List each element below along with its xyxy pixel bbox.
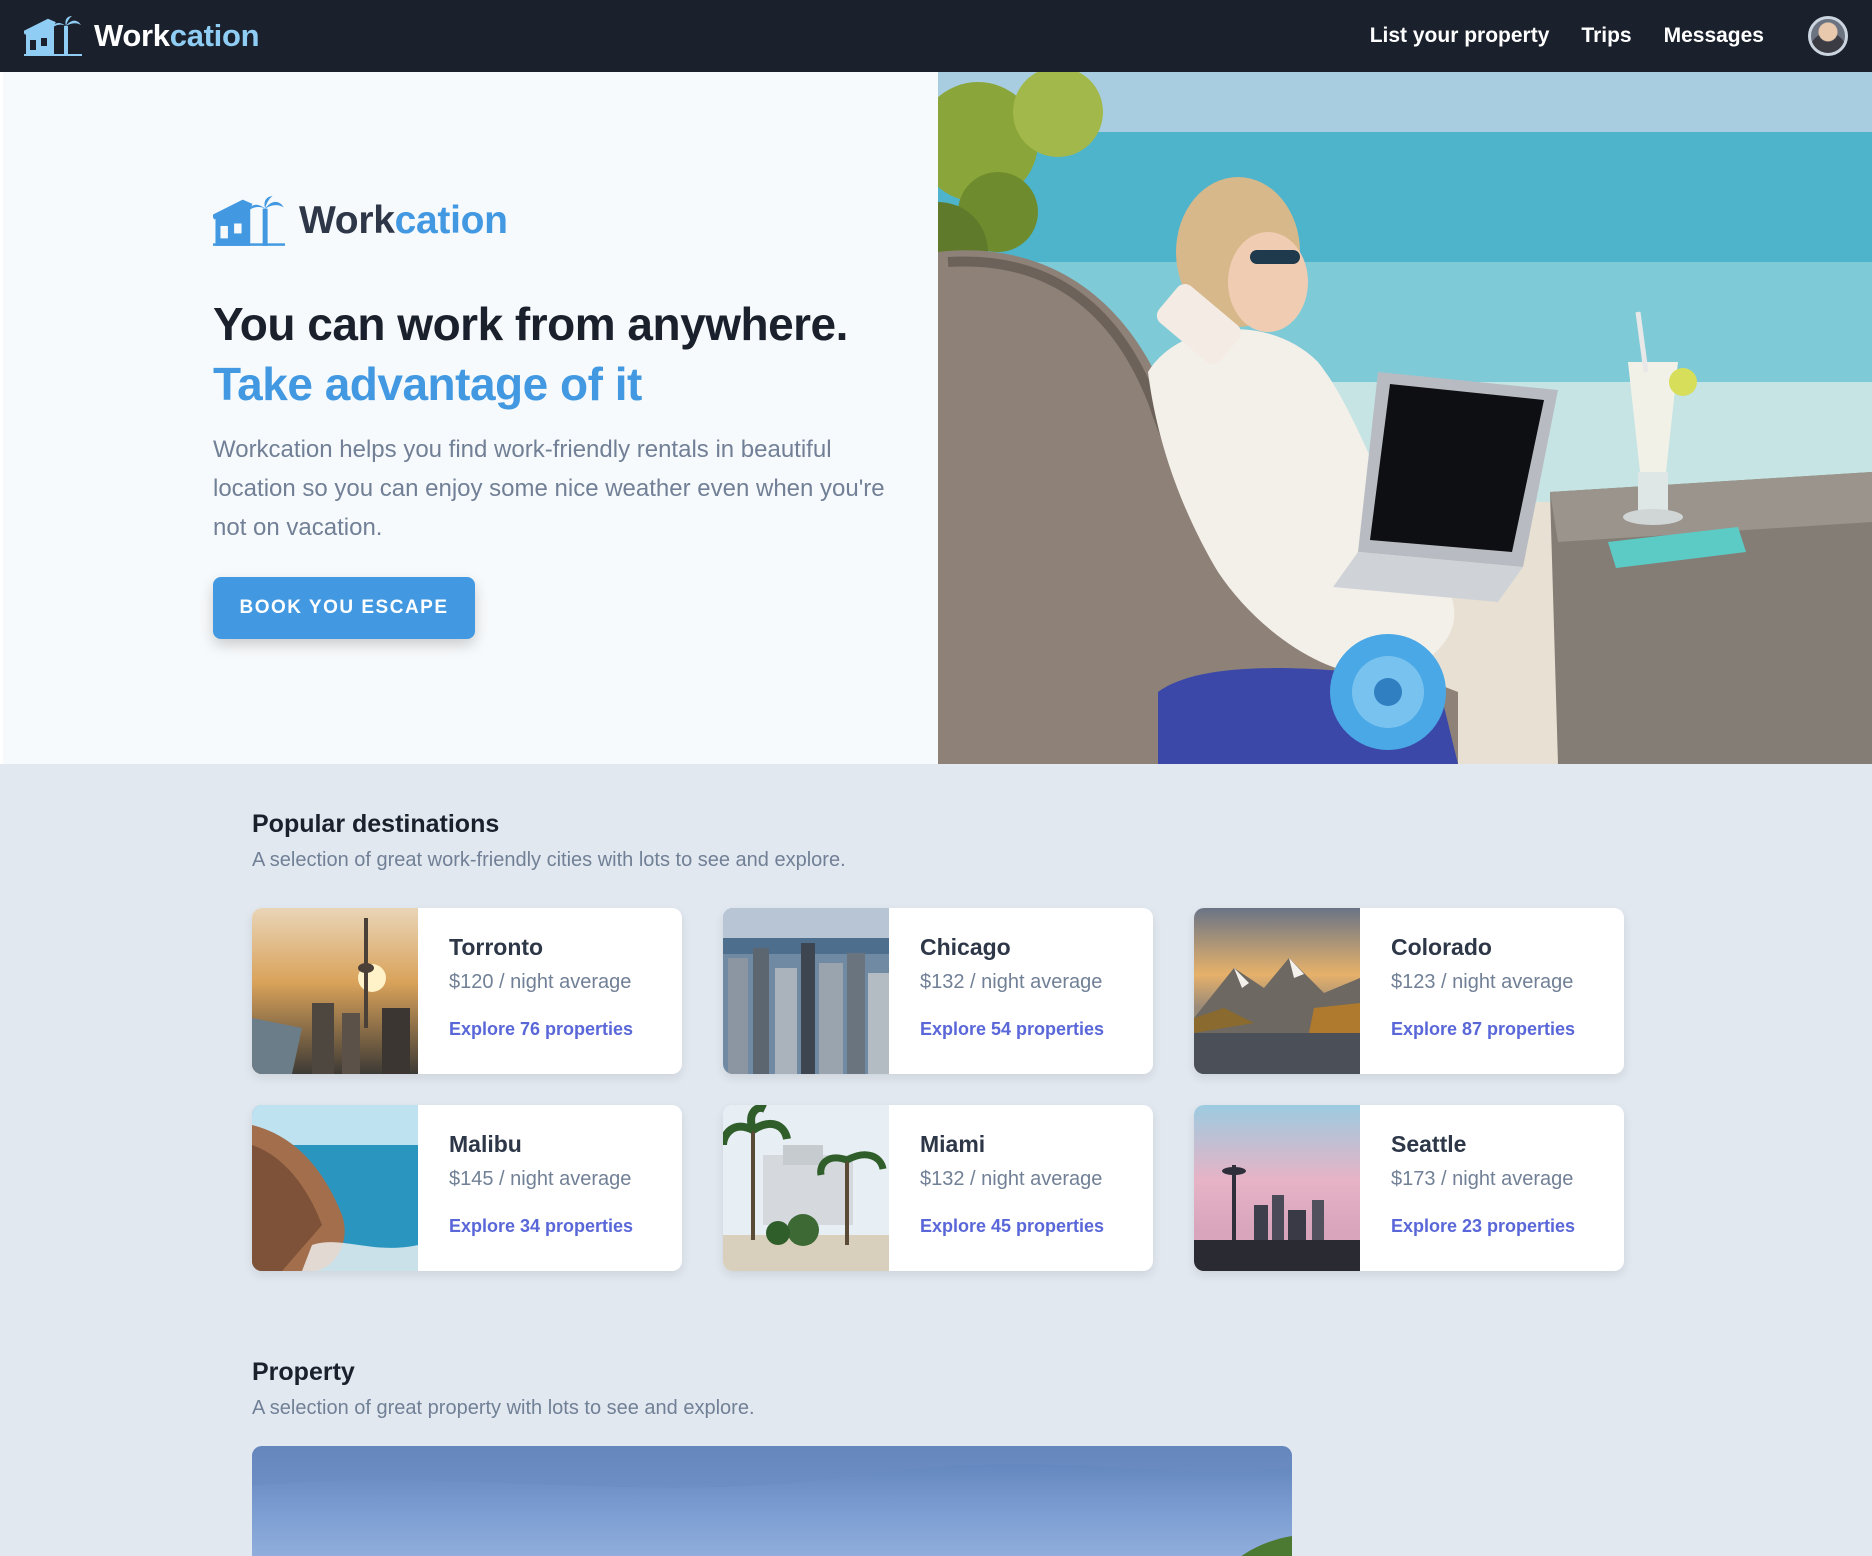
malibu-photo: [252, 1105, 418, 1271]
card-body: Torronto $120 / night average Explore 76…: [418, 908, 633, 1074]
colorado-photo: [1194, 908, 1360, 1074]
hero-logo: Workcation: [213, 196, 508, 246]
destination-card-miami[interactable]: Miami $132 / night average Explore 45 pr…: [723, 1105, 1153, 1271]
navbar-logo[interactable]: Workcation: [24, 16, 260, 56]
toronto-photo: [252, 908, 418, 1074]
card-name: Seattle: [1391, 1131, 1467, 1157]
navbar-brand-name: Workcation: [94, 18, 260, 54]
hero-content: Workcation You can work from anywhere. T…: [0, 72, 938, 764]
headline-line2: Take advantage of it: [213, 358, 642, 410]
explore-link[interactable]: Explore 45 properties: [920, 1216, 1104, 1237]
brand-part1: Work: [299, 199, 395, 242]
property-title: Property: [252, 1358, 355, 1386]
house-palm-logo-icon: [213, 196, 285, 246]
card-price: $173 / night average: [1391, 1168, 1574, 1190]
house-palm-logo-icon: [24, 16, 82, 56]
card-body: Seattle $173 / night average Explore 23 …: [1360, 1105, 1575, 1271]
card-name: Miami: [920, 1131, 986, 1157]
explore-link[interactable]: Explore 23 properties: [1391, 1216, 1575, 1237]
brand-part2: cation: [169, 18, 260, 53]
destination-card-colorado[interactable]: Colorado $123 / night average Explore 87…: [1194, 908, 1624, 1074]
card-body: Miami $132 / night average Explore 45 pr…: [889, 1105, 1104, 1271]
hero-headline: You can work from anywhere. Take advanta…: [213, 294, 913, 414]
card-body: Chicago $132 / night average Explore 54 …: [889, 908, 1104, 1074]
card-price: $132 / night average: [920, 971, 1103, 993]
card-name: Chicago: [920, 934, 1011, 960]
hero-description: Workcation helps you find work-friendly …: [213, 436, 885, 541]
hero-beach-photo: [938, 72, 1872, 764]
card-name: Torronto: [449, 934, 544, 960]
nav-link-trips[interactable]: Trips: [1581, 24, 1631, 48]
headline-line1: You can work from anywhere.: [213, 298, 848, 350]
destination-card-toronto[interactable]: Torronto $120 / night average Explore 76…: [252, 908, 682, 1074]
card-body: Malibu $145 / night average Explore 34 p…: [418, 1105, 633, 1271]
card-body: Colorado $123 / night average Explore 87…: [1360, 908, 1575, 1074]
explore-link[interactable]: Explore 87 properties: [1391, 1019, 1575, 1040]
card-name: Malibu: [449, 1131, 522, 1157]
beach-illustration: [938, 72, 1872, 764]
explore-link[interactable]: Explore 76 properties: [449, 1019, 633, 1040]
destinations-subtitle: A selection of great work-friendly citie…: [252, 849, 846, 871]
destinations-title: Popular destinations: [252, 810, 500, 838]
top-navbar: Workcation List your property Trips Mess…: [0, 0, 1872, 72]
miami-photo: [723, 1105, 889, 1271]
navbar-links: List your property Trips Messages: [1370, 16, 1848, 56]
nav-link-messages[interactable]: Messages: [1664, 24, 1764, 48]
destination-card-malibu[interactable]: Malibu $145 / night average Explore 34 p…: [252, 1105, 682, 1271]
explore-link[interactable]: Explore 54 properties: [920, 1019, 1104, 1040]
card-price: $123 / night average: [1391, 971, 1574, 993]
destination-card-chicago[interactable]: Chicago $132 / night average Explore 54 …: [723, 908, 1153, 1074]
hero-brand-name: Workcation: [299, 199, 508, 243]
brand-part1: Work: [94, 18, 170, 53]
brand-part2: cation: [394, 199, 508, 242]
user-avatar[interactable]: [1808, 16, 1848, 56]
card-price: $132 / night average: [920, 1168, 1103, 1190]
card-price: $120 / night average: [449, 971, 632, 993]
property-subtitle: A selection of great property with lots …: [252, 1397, 755, 1419]
hero-section: Workcation You can work from anywhere. T…: [0, 72, 1872, 764]
chicago-photo: [723, 908, 889, 1074]
explore-link[interactable]: Explore 34 properties: [449, 1216, 633, 1237]
book-escape-button[interactable]: Book you escape: [213, 577, 475, 639]
card-price: $145 / night average: [449, 1168, 632, 1190]
seattle-photo: [1194, 1105, 1360, 1271]
nav-link-list-property[interactable]: List your property: [1370, 24, 1550, 48]
destination-card-seattle[interactable]: Seattle $173 / night average Explore 23 …: [1194, 1105, 1624, 1271]
card-name: Colorado: [1391, 934, 1492, 960]
property-photo[interactable]: [252, 1446, 1292, 1556]
